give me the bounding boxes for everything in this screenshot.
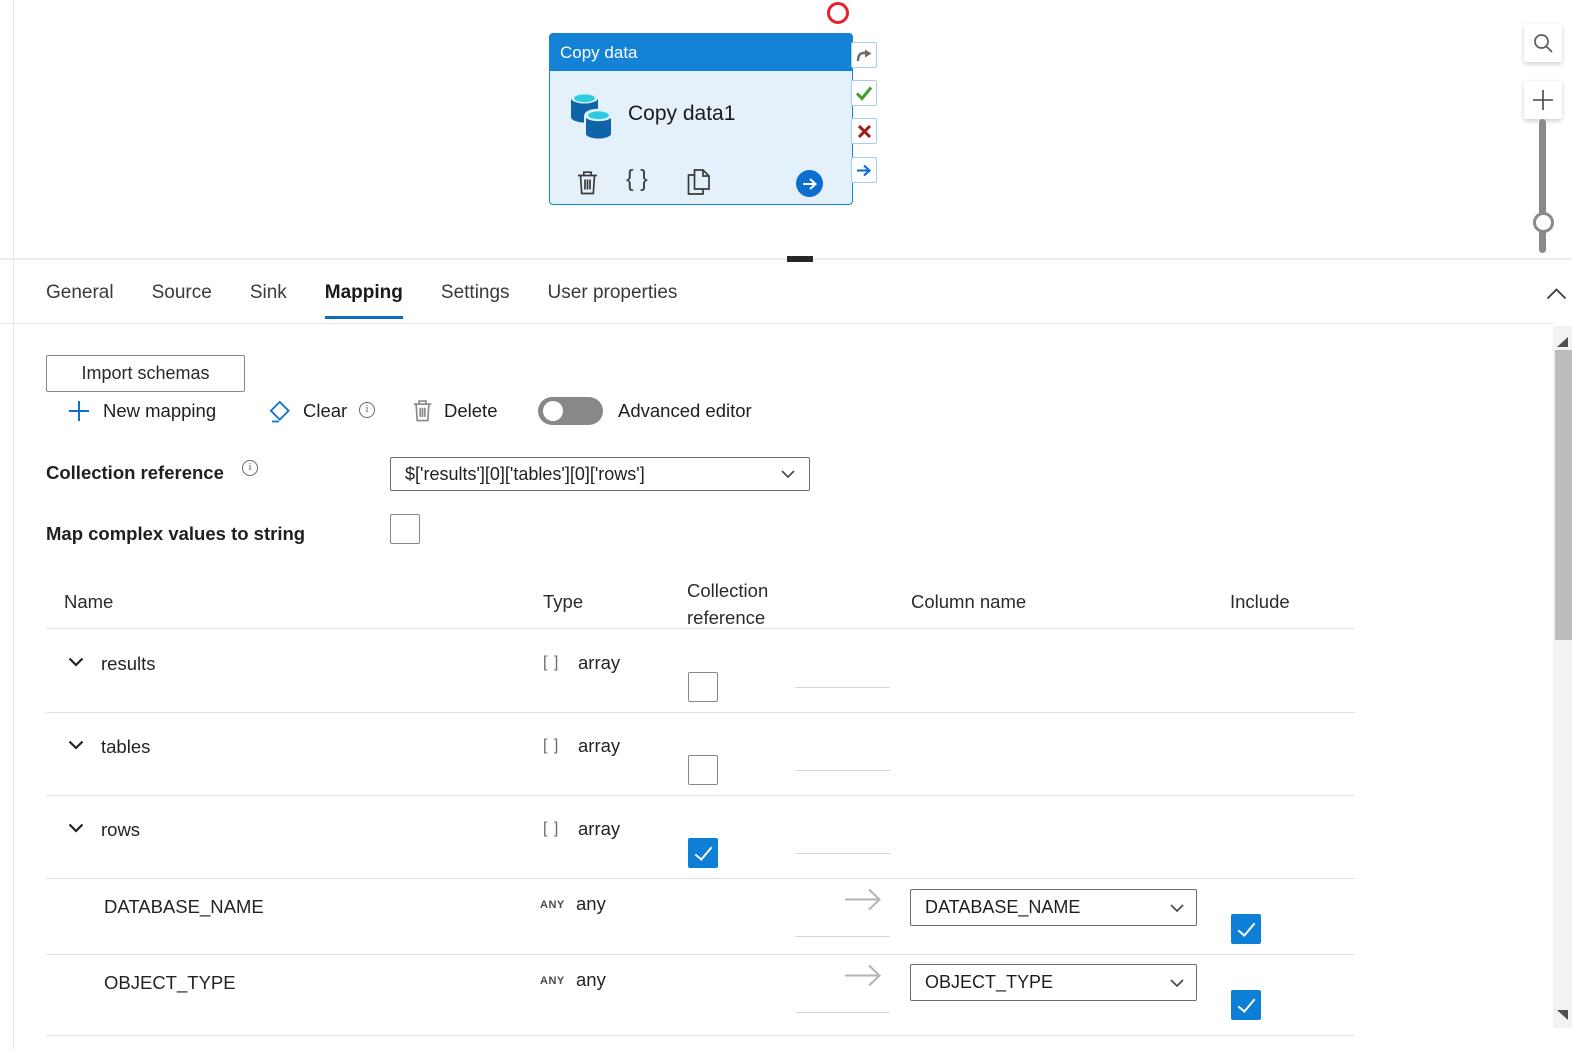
copy-data-icon	[570, 89, 614, 143]
success-port[interactable]	[851, 80, 877, 106]
completion-port[interactable]	[851, 157, 877, 183]
field-name: results	[101, 653, 156, 674]
collapse-chevron-icon[interactable]	[68, 823, 84, 833]
array-type-icon: [ ]	[543, 654, 560, 671]
field-type: array	[578, 818, 621, 839]
column-name-empty-input	[795, 770, 890, 771]
annotation-circle	[827, 2, 849, 24]
failure-port[interactable]	[851, 118, 877, 144]
panel-splitter	[0, 258, 1572, 260]
chevron-down-icon	[1170, 978, 1184, 987]
clone-activity-icon[interactable]	[685, 167, 713, 197]
field-name: tables	[101, 736, 151, 757]
field-name: DATABASE_NAME	[104, 896, 264, 917]
row-divider	[46, 878, 1355, 879]
header-collection-reference: Collection reference	[687, 580, 769, 628]
clear-info-icon[interactable]	[359, 402, 375, 418]
column-name-value: OBJECT_TYPE	[925, 972, 1054, 992]
collection-reference-dropdown[interactable]: $['results'][0]['tables'][0]['rows']	[390, 457, 810, 491]
panel-resize-grip[interactable]	[787, 255, 813, 262]
toggle-knob	[543, 401, 563, 421]
collection-reference-info-icon[interactable]	[242, 460, 258, 476]
row-divider	[46, 954, 1355, 955]
row-divider	[46, 712, 1355, 713]
advanced-editor-toggle[interactable]	[538, 397, 603, 425]
collection-reference-checkbox[interactable]	[688, 838, 718, 868]
include-checkbox[interactable]	[1231, 990, 1261, 1020]
open-activity-button[interactable]	[796, 170, 823, 197]
collapse-panel-chevron-icon[interactable]	[1546, 288, 1567, 300]
tab-source[interactable]: Source	[152, 282, 212, 319]
import-schemas-button[interactable]: Import schemas	[46, 355, 245, 392]
new-mapping-button[interactable]: New mapping	[103, 400, 216, 422]
field-type: any	[576, 893, 606, 914]
header-type: Type	[543, 591, 584, 612]
activity-card-title: Copy data	[550, 34, 852, 71]
tab-settings[interactable]: Settings	[441, 282, 510, 319]
collection-reference-label: Collection reference	[46, 462, 224, 483]
mapping-source-underline	[795, 1012, 890, 1013]
row-divider	[46, 1035, 1355, 1036]
any-type-icon: ANY	[540, 899, 565, 911]
tabbar-divider	[0, 323, 1553, 324]
scrollbar-thumb[interactable]	[1555, 350, 1572, 640]
scroll-down-arrow[interactable]	[1557, 1010, 1568, 1020]
tab-mapping[interactable]: Mapping	[324, 282, 403, 319]
map-complex-checkbox[interactable]	[390, 514, 420, 544]
advanced-editor-label: Advanced editor	[618, 400, 752, 421]
field-name: OBJECT_TYPE	[104, 972, 236, 993]
column-name-empty-input	[795, 853, 890, 854]
column-name-dropdown[interactable]: OBJECT_TYPE	[910, 964, 1197, 1001]
collection-reference-checkbox[interactable]	[688, 755, 718, 785]
adf-mapping-screen: Copy data Copy data1 {} General Source …	[0, 0, 1572, 1050]
field-type: array	[578, 652, 621, 673]
zoom-slider-knob[interactable]	[1532, 212, 1554, 233]
plus-icon	[68, 400, 90, 422]
header-name: Name	[64, 591, 114, 612]
mapping-source-underline	[795, 936, 890, 937]
tab-general[interactable]: General	[46, 282, 114, 319]
mapping-arrow-icon	[843, 960, 883, 990]
delete-trash-icon	[412, 398, 433, 423]
delete-button[interactable]: Delete	[444, 400, 497, 422]
map-complex-label: Map complex values to string	[46, 523, 306, 544]
row-divider	[46, 795, 1355, 796]
collapse-chevron-icon[interactable]	[68, 740, 84, 750]
code-braces-icon[interactable]: { }	[626, 165, 648, 192]
canvas-search-button[interactable]	[1524, 24, 1562, 62]
copy-data-activity-card[interactable]: Copy data Copy data1 {}	[549, 33, 853, 205]
property-tabs: General Source Sink Mapping Settings Use…	[46, 282, 677, 319]
panel-left-border	[13, 0, 14, 1050]
tab-user-properties[interactable]: User properties	[548, 282, 678, 319]
delete-activity-icon[interactable]	[576, 169, 599, 196]
tab-sink[interactable]: Sink	[250, 282, 287, 319]
activity-name: Copy data1	[628, 102, 736, 125]
array-type-icon: [ ]	[543, 820, 560, 837]
zoom-in-button[interactable]	[1524, 81, 1562, 119]
field-type: any	[576, 969, 606, 990]
column-name-value: DATABASE_NAME	[925, 897, 1081, 917]
include-checkbox[interactable]	[1231, 914, 1261, 944]
mapping-arrow-icon	[843, 884, 883, 914]
array-type-icon: [ ]	[543, 737, 560, 754]
field-type: array	[578, 735, 621, 756]
any-type-icon: ANY	[540, 975, 565, 987]
collection-reference-value: $['results'][0]['tables'][0]['rows']	[405, 463, 645, 484]
header-include: Include	[1230, 591, 1290, 612]
skip-port[interactable]	[851, 42, 877, 68]
collection-reference-checkbox[interactable]	[688, 672, 718, 702]
column-name-dropdown[interactable]: DATABASE_NAME	[910, 889, 1197, 926]
clear-button[interactable]: Clear	[303, 400, 347, 422]
scroll-up-arrow[interactable]	[1557, 337, 1568, 347]
field-name: rows	[101, 819, 141, 840]
header-column-name: Column name	[911, 591, 1027, 612]
row-divider	[46, 628, 1355, 629]
clear-eraser-icon	[266, 397, 293, 424]
chevron-down-icon	[1170, 903, 1184, 912]
chevron-down-icon	[781, 470, 795, 478]
collapse-chevron-icon[interactable]	[68, 657, 84, 667]
column-name-empty-input	[795, 687, 890, 688]
